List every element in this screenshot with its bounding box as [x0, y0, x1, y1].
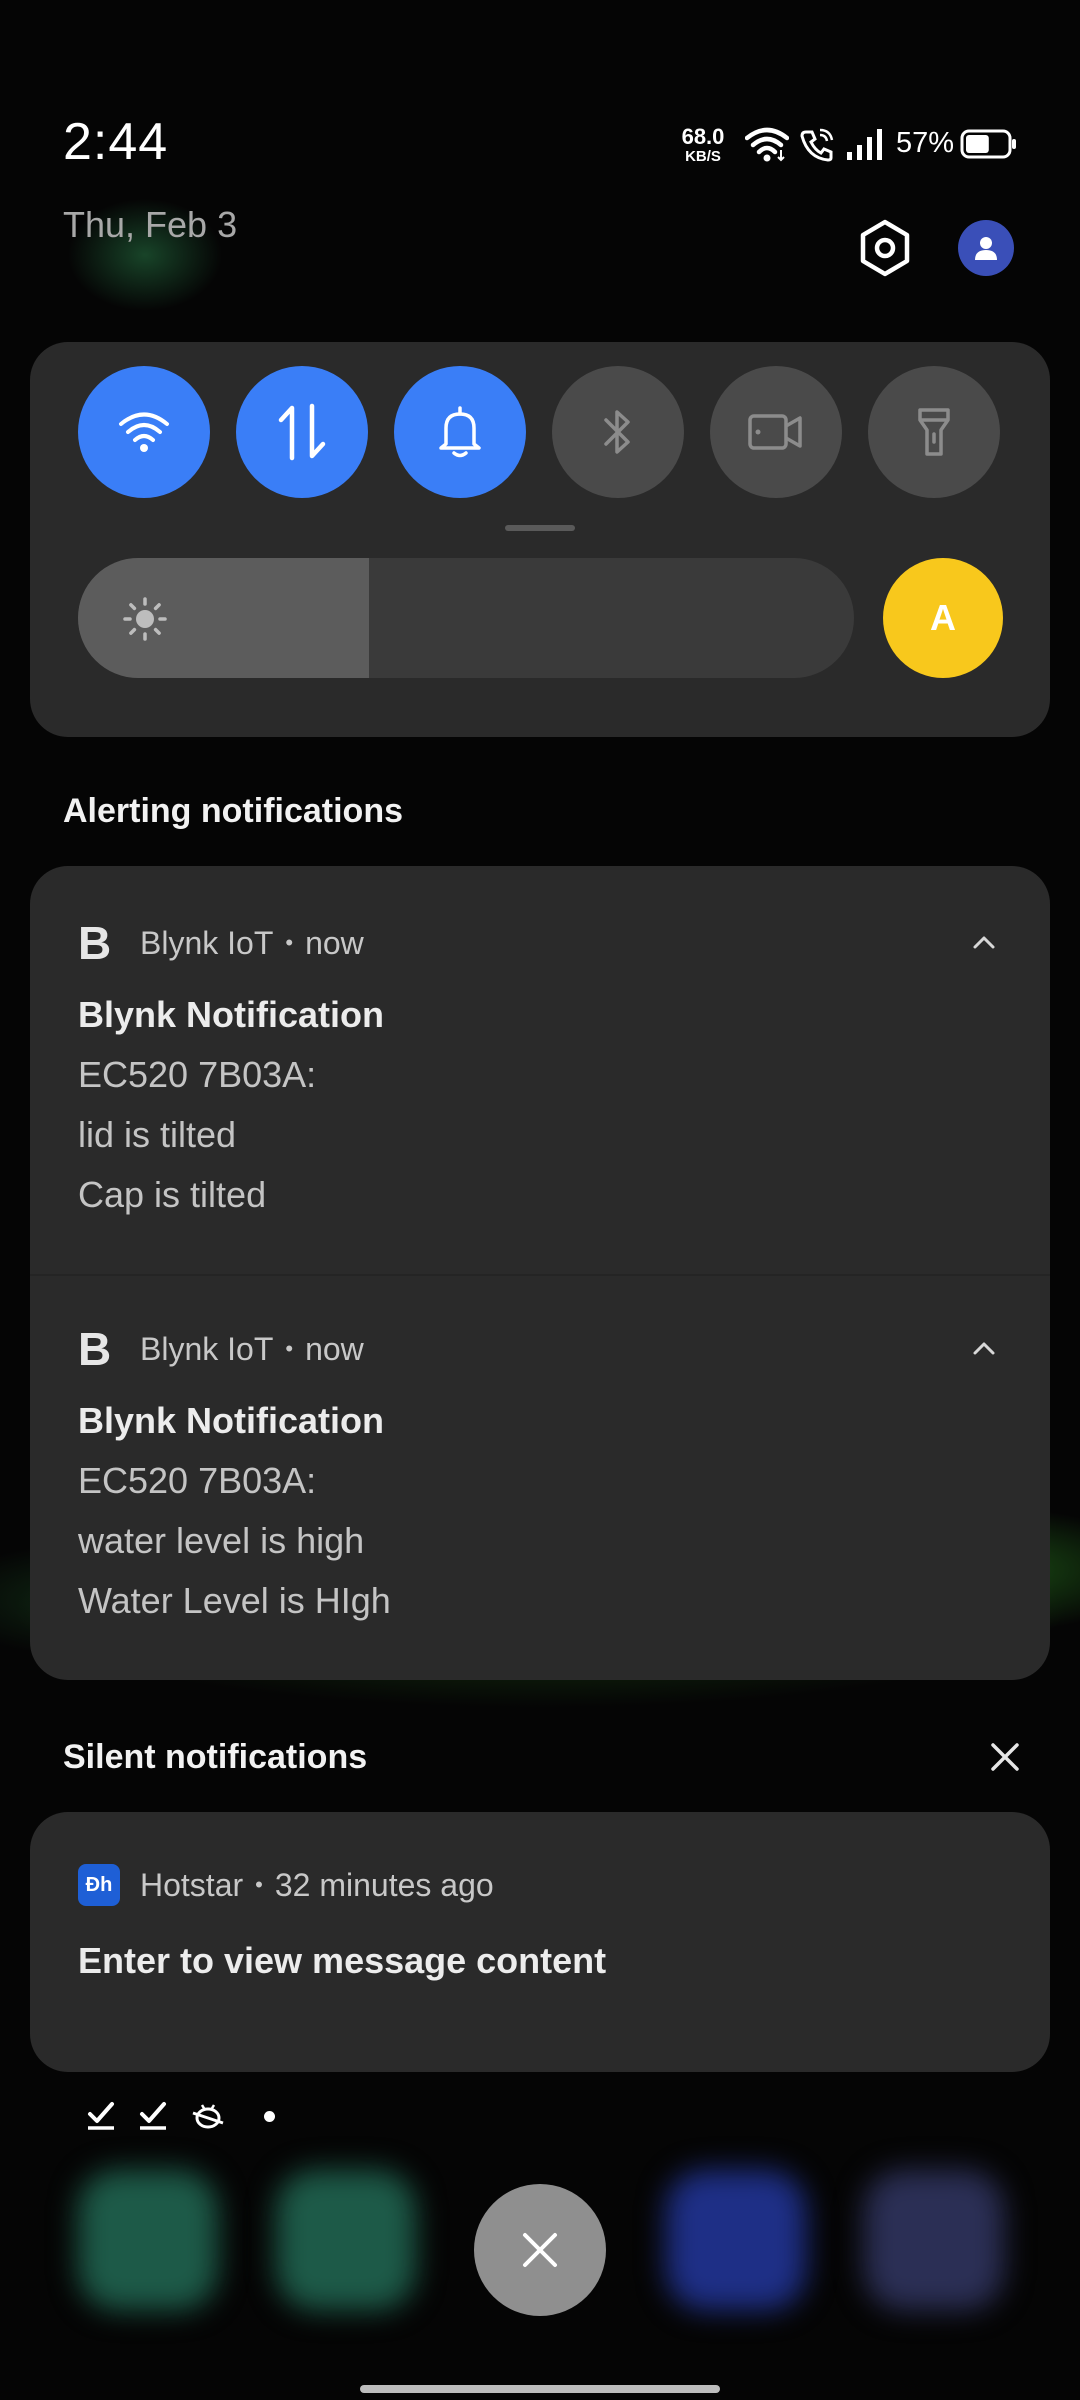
user-avatar-icon — [975, 237, 997, 260]
dock-app-icon-blurred — [78, 2170, 218, 2310]
notification-app-name: Blynk IoT — [140, 1330, 274, 1367]
notification-body-line: water level is high — [78, 1520, 365, 1561]
silent-notification-card[interactable]: Ɖh Hotstar • 32 minutes ago Enter to vie… — [30, 1812, 1050, 2072]
check-icon — [140, 2102, 166, 2130]
bell-icon — [439, 406, 481, 458]
notification-header: B Blynk IoT • now — [78, 916, 364, 970]
notification-item[interactable]: B Blynk IoT • now Blynk Notification EC5… — [30, 1274, 1050, 1680]
dock-app-icon-blurred — [666, 2170, 806, 2310]
mobile-data-tile[interactable] — [236, 366, 368, 498]
clear-all-button[interactable] — [984, 1736, 1026, 1778]
chevron-up-icon — [973, 1342, 995, 1355]
dismiss-all-button[interactable] — [474, 2184, 606, 2316]
wifi-tile[interactable] — [78, 366, 210, 498]
close-icon — [523, 2233, 557, 2267]
settings-button[interactable] — [855, 218, 915, 278]
notification-header: Ɖh Hotstar • 32 minutes ago — [78, 1864, 494, 1906]
flashlight-tile[interactable] — [868, 366, 1000, 498]
notification-item[interactable]: B Blynk IoT • now Blynk Notification EC5… — [30, 866, 1050, 1274]
notification-time: now — [305, 1330, 364, 1367]
separator-dot: • — [285, 930, 294, 955]
separator-dot: • — [255, 1872, 263, 1897]
wifi-icon — [745, 127, 789, 162]
notification-body-line: EC520 7B03A: — [78, 1460, 317, 1501]
home-indicator[interactable] — [360, 2385, 720, 2393]
notification-header: B Blynk IoT • now — [78, 1322, 364, 1376]
battery-icon — [960, 129, 1016, 159]
notification-time: now — [305, 924, 364, 961]
alerting-notifications-card: B Blynk IoT • now Blynk Notification EC5… — [30, 866, 1050, 1680]
network-speed-value: 68.0 — [681, 124, 725, 149]
silent-section-title: Silent notifications — [63, 1738, 368, 1776]
auto-brightness-button[interactable]: A — [883, 558, 1003, 678]
status-date: Thu, Feb 3 — [63, 204, 238, 245]
more-dot-icon — [264, 2110, 275, 2122]
video-camera-icon — [748, 414, 802, 450]
network-speed: 68.0 KB/S — [675, 124, 731, 165]
notification-app-name: Blynk IoT — [140, 924, 274, 961]
notification-body-line: Water Level is HIgh — [78, 1580, 391, 1621]
flashlight-icon — [918, 408, 950, 456]
blynk-app-icon: B — [78, 1323, 112, 1375]
data-transfer-icon — [278, 403, 326, 461]
chevron-up-icon — [973, 936, 995, 949]
collapse-button[interactable] — [964, 922, 1004, 962]
notification-body-line: lid is tilted — [78, 1114, 237, 1155]
bluetooth-icon — [604, 410, 630, 454]
notification-title: Blynk Notification — [78, 994, 385, 1035]
hotstar-app-icon: Ɖh — [78, 1864, 120, 1906]
user-button[interactable] — [958, 220, 1014, 276]
dock-app-icon-blurred — [276, 2170, 416, 2310]
notification-title: Enter to view message content — [78, 1940, 607, 1981]
brightness-slider[interactable] — [78, 558, 854, 678]
wifi-calling-icon — [800, 128, 834, 162]
status-clock: 2:44 — [63, 113, 169, 171]
bluetooth-tile[interactable] — [552, 366, 684, 498]
alerting-section-title: Alerting notifications — [63, 792, 403, 830]
wifi-icon — [119, 412, 169, 452]
check-icon — [88, 2102, 114, 2130]
brightness-sun-icon — [123, 597, 167, 641]
collapse-button[interactable] — [964, 1328, 1004, 1368]
separator-dot: • — [285, 1336, 294, 1361]
notification-body-line: Cap is tilted — [78, 1174, 267, 1215]
close-icon — [991, 1743, 1019, 1771]
sound-tile[interactable] — [394, 366, 526, 498]
settings-hexagon-icon — [860, 219, 910, 277]
panel-drag-handle[interactable] — [505, 525, 575, 531]
dock-app-icon-blurred — [864, 2170, 1004, 2310]
notification-app-name: Hotstar — [140, 1866, 244, 1903]
blynk-app-icon: B — [78, 917, 112, 969]
notification-icons-row — [86, 2100, 275, 2132]
notification-body-line: EC520 7B03A: — [78, 1054, 317, 1095]
signal-icon — [847, 129, 882, 160]
notification-title: Blynk Notification — [78, 1400, 385, 1441]
screen-recorder-tile[interactable] — [710, 366, 842, 498]
bug-icon — [192, 2104, 224, 2129]
network-speed-unit: KB/S — [685, 148, 721, 165]
battery-percent: 57% — [896, 127, 955, 159]
notification-time: 32 minutes ago — [274, 1866, 494, 1903]
